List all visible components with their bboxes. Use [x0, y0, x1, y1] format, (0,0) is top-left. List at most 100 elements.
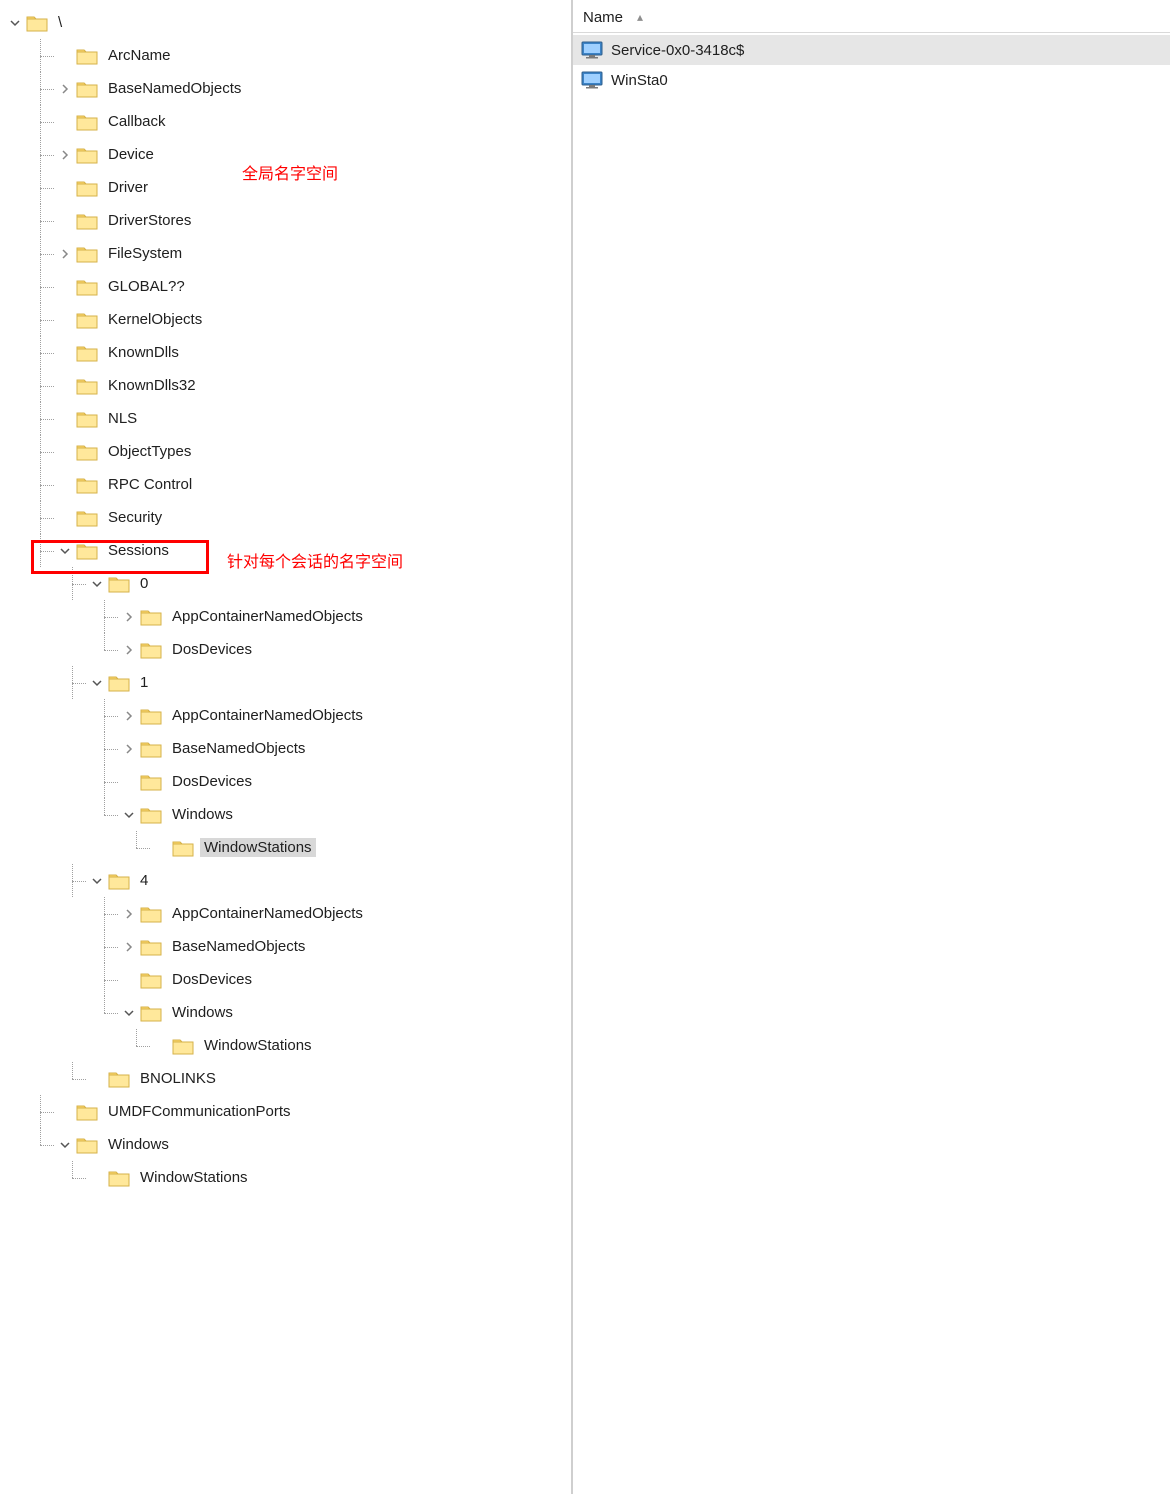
folder-icon — [140, 1004, 162, 1022]
tree-item[interactable]: KernelObjects — [40, 303, 571, 336]
tree-connector — [40, 468, 58, 501]
chevron-right-icon[interactable] — [122, 610, 136, 624]
chevron-down-icon[interactable] — [8, 16, 22, 30]
tree-connector — [104, 930, 122, 963]
tree-item-label: DosDevices — [168, 772, 256, 791]
tree-item-label: 0 — [136, 574, 152, 593]
tree-item[interactable]: DosDevices — [104, 633, 571, 666]
tree-item[interactable]: DosDevices — [104, 765, 571, 798]
chevron-right-icon[interactable] — [122, 742, 136, 756]
tree-item[interactable]: FileSystem — [40, 237, 571, 270]
tree-item[interactable]: BaseNamedObjects — [104, 732, 571, 765]
chevron-down-icon[interactable] — [58, 544, 72, 558]
tree-item[interactable]: Driver — [40, 171, 571, 204]
folder-icon — [76, 443, 98, 461]
tree-item[interactable]: 0 — [72, 567, 571, 600]
tree-item[interactable]: 1 — [72, 666, 571, 699]
tree-item[interactable]: Windows — [104, 798, 571, 831]
chevron-right-icon[interactable] — [122, 709, 136, 723]
sort-indicator-icon: ▴ — [637, 10, 643, 24]
chevron-right-icon[interactable] — [58, 82, 72, 96]
folder-icon — [76, 146, 98, 164]
tree-item[interactable]: AppContainerNamedObjects — [104, 699, 571, 732]
tree-item[interactable]: WindowStations — [136, 831, 571, 864]
tree-item-label: AppContainerNamedObjects — [168, 904, 367, 923]
tree-item-label: Device — [104, 145, 158, 164]
tree-connector — [72, 1062, 90, 1095]
chevron-down-icon[interactable] — [58, 1138, 72, 1152]
tree-item[interactable]: \ — [8, 6, 571, 39]
tree-pane[interactable]: \ArcNameBaseNamedObjectsCallbackDeviceDr… — [0, 0, 573, 1494]
tree-item[interactable]: Security — [40, 501, 571, 534]
tree-item[interactable]: UMDFCommunicationPorts — [40, 1095, 571, 1128]
tree-item[interactable]: Windows — [40, 1128, 571, 1161]
tree-item-label: Windows — [168, 1003, 237, 1022]
tree-connector — [136, 1029, 154, 1062]
chevron-right-icon[interactable] — [58, 247, 72, 261]
tree-item[interactable]: ArcName — [40, 39, 571, 72]
column-header-name[interactable]: Name ▴ — [581, 5, 649, 28]
chevron-right-icon[interactable] — [122, 643, 136, 657]
tree-item-label: Driver — [104, 178, 152, 197]
tree-item[interactable]: WindowStations — [72, 1161, 571, 1194]
tree-item[interactable]: AppContainerNamedObjects — [104, 600, 571, 633]
folder-icon — [108, 674, 130, 692]
tree-item[interactable]: WindowStations — [136, 1029, 571, 1062]
folder-icon — [76, 311, 98, 329]
tree-item[interactable]: BNOLINKS — [72, 1062, 571, 1095]
tree-item[interactable]: BaseNamedObjects — [104, 930, 571, 963]
folder-icon — [140, 608, 162, 626]
folder-icon — [140, 740, 162, 758]
tree-item-label: WindowStations — [200, 1036, 316, 1055]
chevron-down-icon[interactable] — [90, 676, 104, 690]
tree-item[interactable]: NLS — [40, 402, 571, 435]
tree-connector — [40, 204, 58, 237]
tree-item[interactable]: DosDevices — [104, 963, 571, 996]
tree-connector — [40, 1128, 58, 1161]
folder-icon — [76, 344, 98, 362]
tree-item[interactable]: AppContainerNamedObjects — [104, 897, 571, 930]
chevron-down-icon[interactable] — [90, 874, 104, 888]
chevron-right-icon[interactable] — [122, 940, 136, 954]
folder-icon — [76, 1136, 98, 1154]
tree-item[interactable]: Windows — [104, 996, 571, 1029]
tree-item[interactable]: KnownDlls32 — [40, 369, 571, 402]
tree-item[interactable]: DriverStores — [40, 204, 571, 237]
tree-item[interactable]: Sessions — [40, 534, 571, 567]
tree-connector — [40, 336, 58, 369]
folder-icon — [140, 971, 162, 989]
chevron-right-icon[interactable] — [122, 907, 136, 921]
tree-item[interactable]: ObjectTypes — [40, 435, 571, 468]
tree-item[interactable]: RPC Control — [40, 468, 571, 501]
folder-icon — [140, 641, 162, 659]
tree-item-label: Windows — [168, 805, 237, 824]
tree-connector — [40, 369, 58, 402]
chevron-down-icon[interactable] — [122, 808, 136, 822]
tree-item[interactable]: GLOBAL?? — [40, 270, 571, 303]
folder-icon — [140, 938, 162, 956]
list-item[interactable]: WinSta0 — [573, 65, 1170, 95]
list-pane[interactable]: Name ▴ Service-0x0-3418c$ WinSta0 — [573, 0, 1170, 1494]
tree-item-label: GLOBAL?? — [104, 277, 189, 296]
folder-icon — [76, 377, 98, 395]
tree-item[interactable]: KnownDlls — [40, 336, 571, 369]
chevron-down-icon[interactable] — [122, 1006, 136, 1020]
folder-icon — [76, 509, 98, 527]
chevron-down-icon[interactable] — [90, 577, 104, 591]
tree-item[interactable]: 4 — [72, 864, 571, 897]
tree-item-label: NLS — [104, 409, 141, 428]
chevron-right-icon[interactable] — [58, 148, 72, 162]
tree-item[interactable]: BaseNamedObjects — [40, 72, 571, 105]
tree-item[interactable]: Callback — [40, 105, 571, 138]
column-label: Name — [583, 9, 623, 26]
tree-item[interactable]: Device — [40, 138, 571, 171]
tree-item-label: DriverStores — [104, 211, 195, 230]
list-item[interactable]: Service-0x0-3418c$ — [573, 35, 1170, 65]
folder-icon — [140, 905, 162, 923]
list-item-label: Service-0x0-3418c$ — [611, 42, 744, 59]
folder-icon — [108, 575, 130, 593]
folder-icon — [76, 113, 98, 131]
list-header[interactable]: Name ▴ — [573, 0, 1170, 33]
tree-connector — [40, 303, 58, 336]
tree-connector — [72, 567, 90, 600]
